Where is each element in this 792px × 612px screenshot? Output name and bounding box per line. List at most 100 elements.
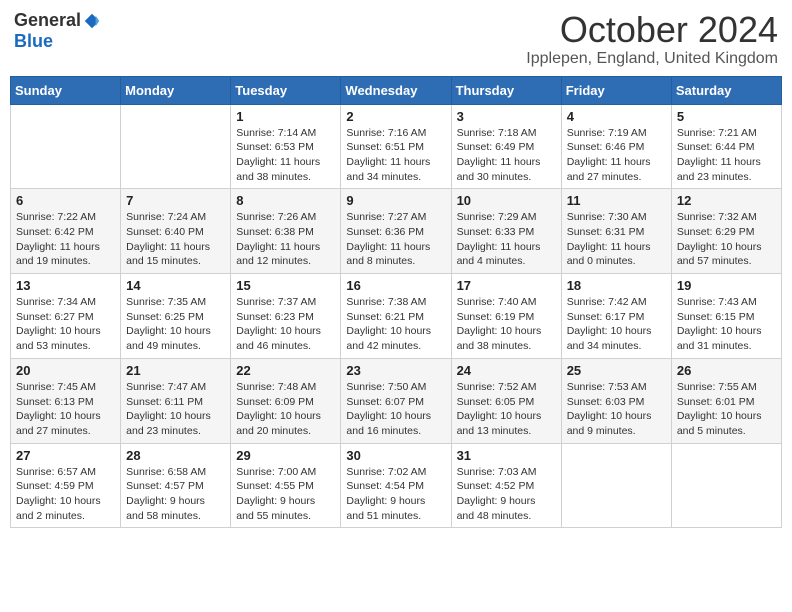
- day-number: 17: [457, 278, 556, 293]
- month-title: October 2024: [526, 10, 778, 50]
- day-info: Sunrise: 7:22 AM Sunset: 6:42 PM Dayligh…: [16, 210, 115, 269]
- calendar-cell: 7Sunrise: 7:24 AM Sunset: 6:40 PM Daylig…: [121, 189, 231, 274]
- calendar-cell: 3 Sunrise: 7:18 AM Sunset: 6:49 PM Daylig…: [451, 104, 561, 189]
- day-number: 26: [677, 363, 776, 378]
- week-row-2: 6 Sunrise: 7:22 AM Sunset: 6:42 PM Daylig…: [11, 189, 782, 274]
- calendar-cell: 10 Sunrise: 7:29 AM Sunset: 6:33 PM Dayli…: [451, 189, 561, 274]
- day-header-wednesday: Wednesday: [341, 76, 451, 104]
- page-header: General Blue October 2024 Ipplepen, Engl…: [10, 10, 782, 68]
- day-info: Sunrise: 7:16 AM Sunset: 6:51 PM Dayligh…: [346, 126, 445, 185]
- day-number: 11: [567, 193, 666, 208]
- day-info: Sunrise: 7:30 AM Sunset: 6:31 PM Dayligh…: [567, 210, 666, 269]
- calendar-cell: 6 Sunrise: 7:22 AM Sunset: 6:42 PM Daylig…: [11, 189, 121, 274]
- day-number: 5: [677, 109, 776, 124]
- calendar-cell: 4 Sunrise: 7:19 AM Sunset: 6:46 PM Daylig…: [561, 104, 671, 189]
- calendar-cell: 15 Sunrise: 7:37 AM Sunset: 6:23 PM Dayli…: [231, 274, 341, 359]
- week-row-3: 13 Sunrise: 7:34 AM Sunset: 6:27 PM Dayli…: [11, 274, 782, 359]
- day-number: 22: [236, 363, 335, 378]
- day-info: Sunrise: 7:47 AM Sunset: 6:11 PM Dayligh…: [126, 380, 225, 439]
- calendar-cell: 9 Sunrise: 7:27 AM Sunset: 6:36 PM Daylig…: [341, 189, 451, 274]
- day-header-thursday: Thursday: [451, 76, 561, 104]
- calendar-cell: [121, 104, 231, 189]
- week-row-5: 27 Sunrise: 6:57 AM Sunset: 4:59 PM Dayli…: [11, 443, 782, 528]
- calendar-cell: 12 Sunrise: 7:32 AM Sunset: 6:29 PM Dayli…: [671, 189, 781, 274]
- day-number: 20: [16, 363, 115, 378]
- day-info: Sunrise: 7:42 AM Sunset: 6:17 PM Dayligh…: [567, 295, 666, 354]
- day-info: Sunrise: 7:27 AM Sunset: 6:36 PM Dayligh…: [346, 210, 445, 269]
- day-number: 28: [126, 448, 225, 463]
- day-info: Sunrise: 7:37 AM Sunset: 6:23 PM Dayligh…: [236, 295, 335, 354]
- day-header-monday: Monday: [121, 76, 231, 104]
- day-info: Sunrise: 7:29 AM Sunset: 6:33 PM Dayligh…: [457, 210, 556, 269]
- day-info: Sunrise: 7:24 AM Sunset: 6:40 PM Dayligh…: [126, 210, 225, 269]
- day-info: Sunrise: 7:38 AM Sunset: 6:21 PM Dayligh…: [346, 295, 445, 354]
- day-info: Sunrise: 7:00 AM Sunset: 4:55 PM Dayligh…: [236, 465, 335, 524]
- calendar-cell: 25 Sunrise: 7:53 AM Sunset: 6:03 PM Dayli…: [561, 358, 671, 443]
- calendar-cell: 20Sunrise: 7:45 AM Sunset: 6:13 PM Dayli…: [11, 358, 121, 443]
- calendar-cell: 14Sunrise: 7:35 AM Sunset: 6:25 PM Dayli…: [121, 274, 231, 359]
- day-number: 9: [346, 193, 445, 208]
- day-info: Sunrise: 7:55 AM Sunset: 6:01 PM Dayligh…: [677, 380, 776, 439]
- week-row-1: 1Sunrise: 7:14 AM Sunset: 6:53 PM Daylig…: [11, 104, 782, 189]
- day-info: Sunrise: 7:48 AM Sunset: 6:09 PM Dayligh…: [236, 380, 335, 439]
- day-number: 12: [677, 193, 776, 208]
- day-info: Sunrise: 7:26 AM Sunset: 6:38 PM Dayligh…: [236, 210, 335, 269]
- day-info: Sunrise: 7:43 AM Sunset: 6:15 PM Dayligh…: [677, 295, 776, 354]
- day-number: 23: [346, 363, 445, 378]
- day-header-tuesday: Tuesday: [231, 76, 341, 104]
- day-number: 3: [457, 109, 556, 124]
- day-number: 16: [346, 278, 445, 293]
- calendar-cell: [671, 443, 781, 528]
- day-number: 27: [16, 448, 115, 463]
- calendar-cell: 31Sunrise: 7:03 AM Sunset: 4:52 PM Dayli…: [451, 443, 561, 528]
- calendar-cell: 30 Sunrise: 7:02 AM Sunset: 4:54 PM Dayli…: [341, 443, 451, 528]
- day-number: 13: [16, 278, 115, 293]
- day-number: 4: [567, 109, 666, 124]
- day-info: Sunrise: 7:53 AM Sunset: 6:03 PM Dayligh…: [567, 380, 666, 439]
- calendar-cell: [11, 104, 121, 189]
- calendar-cell: 29 Sunrise: 7:00 AM Sunset: 4:55 PM Dayli…: [231, 443, 341, 528]
- calendar-cell: 26 Sunrise: 7:55 AM Sunset: 6:01 PM Dayli…: [671, 358, 781, 443]
- day-info: Sunrise: 6:57 AM Sunset: 4:59 PM Dayligh…: [16, 465, 115, 524]
- day-number: 14: [126, 278, 225, 293]
- day-info: Sunrise: 7:32 AM Sunset: 6:29 PM Dayligh…: [677, 210, 776, 269]
- calendar-cell: 21 Sunrise: 7:47 AM Sunset: 6:11 PM Dayli…: [121, 358, 231, 443]
- day-number: 30: [346, 448, 445, 463]
- calendar-cell: 18Sunrise: 7:42 AM Sunset: 6:17 PM Dayli…: [561, 274, 671, 359]
- calendar-cell: 27 Sunrise: 6:57 AM Sunset: 4:59 PM Dayli…: [11, 443, 121, 528]
- day-number: 19: [677, 278, 776, 293]
- day-number: 15: [236, 278, 335, 293]
- day-header-saturday: Saturday: [671, 76, 781, 104]
- day-number: 6: [16, 193, 115, 208]
- day-info: Sunrise: 7:34 AM Sunset: 6:27 PM Dayligh…: [16, 295, 115, 354]
- day-info: Sunrise: 7:18 AM Sunset: 6:49 PM Dayligh…: [457, 126, 556, 185]
- day-info: Sunrise: 6:58 AM Sunset: 4:57 PM Dayligh…: [126, 465, 225, 524]
- calendar-cell: 23Sunrise: 7:50 AM Sunset: 6:07 PM Dayli…: [341, 358, 451, 443]
- calendar-cell: 13 Sunrise: 7:34 AM Sunset: 6:27 PM Dayli…: [11, 274, 121, 359]
- calendar-table: SundayMondayTuesdayWednesdayThursdayFrid…: [10, 76, 782, 529]
- days-header-row: SundayMondayTuesdayWednesdayThursdayFrid…: [11, 76, 782, 104]
- day-number: 10: [457, 193, 556, 208]
- day-info: Sunrise: 7:02 AM Sunset: 4:54 PM Dayligh…: [346, 465, 445, 524]
- day-number: 1: [236, 109, 335, 124]
- calendar-cell: 28 Sunrise: 6:58 AM Sunset: 4:57 PM Dayli…: [121, 443, 231, 528]
- calendar-cell: 8Sunrise: 7:26 AM Sunset: 6:38 PM Daylig…: [231, 189, 341, 274]
- day-header-sunday: Sunday: [11, 76, 121, 104]
- calendar-cell: 16 Sunrise: 7:38 AM Sunset: 6:21 PM Dayli…: [341, 274, 451, 359]
- day-info: Sunrise: 7:19 AM Sunset: 6:46 PM Dayligh…: [567, 126, 666, 185]
- day-number: 2: [346, 109, 445, 124]
- calendar-cell: 2 Sunrise: 7:16 AM Sunset: 6:51 PM Daylig…: [341, 104, 451, 189]
- day-number: 29: [236, 448, 335, 463]
- calendar-cell: 24Sunrise: 7:52 AM Sunset: 6:05 PM Dayli…: [451, 358, 561, 443]
- title-block: October 2024 Ipplepen, England, United K…: [526, 10, 778, 68]
- logo-icon: [83, 12, 101, 30]
- logo-blue-text: Blue: [14, 31, 53, 52]
- week-row-4: 20Sunrise: 7:45 AM Sunset: 6:13 PM Dayli…: [11, 358, 782, 443]
- day-number: 21: [126, 363, 225, 378]
- logo-general-text: General: [14, 10, 81, 31]
- calendar-cell: 17Sunrise: 7:40 AM Sunset: 6:19 PM Dayli…: [451, 274, 561, 359]
- logo: General Blue: [14, 10, 101, 52]
- calendar-cell: 5Sunrise: 7:21 AM Sunset: 6:44 PM Daylig…: [671, 104, 781, 189]
- calendar-cell: [561, 443, 671, 528]
- day-number: 25: [567, 363, 666, 378]
